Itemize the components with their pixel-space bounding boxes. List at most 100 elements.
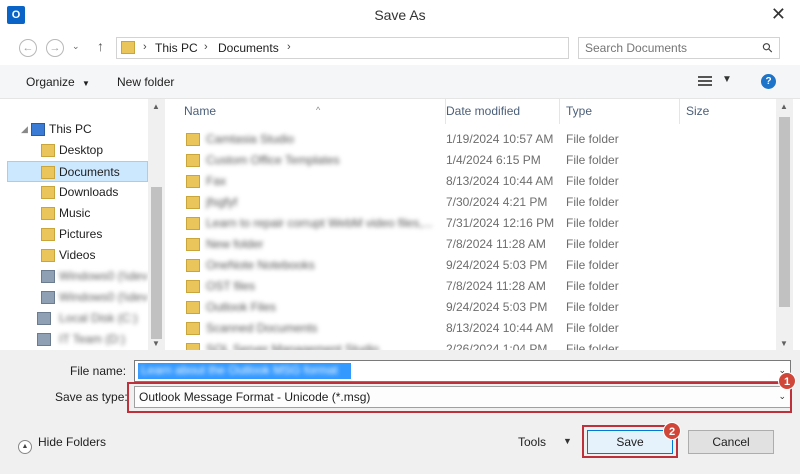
nav-item-this-pc[interactable]: ◢ This PC [7, 119, 148, 140]
folder-icon [186, 175, 200, 188]
search-input[interactable] [585, 40, 755, 56]
new-folder-button[interactable]: New folder [117, 75, 174, 89]
nav-item-network-drive[interactable]: Windows0 (\\dev [7, 287, 148, 308]
nav-item-local-disk[interactable]: Local Disk (C:) [7, 308, 148, 329]
back-icon[interactable]: ← [19, 39, 37, 57]
table-row[interactable]: Learn to repair corrupt WebM video files… [166, 213, 776, 234]
forward-icon[interactable]: → [46, 39, 64, 57]
help-icon[interactable]: ? [761, 74, 776, 89]
breadcrumb-this-pc[interactable]: This PC [155, 41, 198, 55]
folder-icon [186, 196, 200, 209]
table-row[interactable]: Custom Office Templates 1/4/2024 6:15 PM… [166, 150, 776, 171]
table-row[interactable]: Camtasia Studio 1/19/2024 10:57 AM File … [166, 129, 776, 150]
drive-icon [37, 333, 51, 346]
nav-item-music[interactable]: Music [7, 203, 148, 224]
table-row[interactable]: OneNote Notebooks 9/24/2024 5:03 PM File… [166, 255, 776, 276]
column-header-size[interactable]: Size [680, 99, 776, 124]
column-header-type[interactable]: Type [560, 99, 680, 124]
file-type: File folder [566, 321, 619, 335]
file-date: 7/30/2024 4:21 PM [446, 195, 548, 209]
folder-icon [41, 228, 55, 241]
folder-icon [186, 217, 200, 230]
folder-icon [186, 238, 200, 251]
nav-item-desktop[interactable]: Desktop [7, 140, 148, 161]
file-type: File folder [566, 237, 619, 251]
file-list: Name ^ Date modified Type Size Camtasia … [166, 99, 776, 350]
nav-item-label: Windows0 (\\dev [59, 290, 148, 304]
table-row[interactable]: jfsgfyf 7/30/2024 4:21 PM File folder [166, 192, 776, 213]
chevron-right-icon[interactable]: › [287, 41, 291, 53]
scroll-down-icon[interactable]: ▼ [152, 339, 160, 348]
nav-item-label: IT Team (D:) [59, 332, 126, 346]
scroll-up-icon[interactable]: ▲ [780, 102, 788, 111]
table-row[interactable]: OST files 7/8/2024 11:28 AM File folder [166, 276, 776, 297]
annotation-highlight-save-type [127, 382, 792, 413]
drive-icon [37, 312, 51, 325]
file-name: Learn to repair corrupt WebM video files… [206, 216, 433, 230]
nav-item-label: Music [59, 206, 91, 220]
file-name: jfsgfyf [206, 195, 238, 209]
organize-button[interactable]: Organize ▼ [26, 75, 90, 89]
scroll-thumb[interactable] [151, 187, 162, 339]
save-button[interactable]: Save [587, 430, 673, 454]
file-date: 9/24/2024 5:03 PM [446, 258, 548, 272]
caret-down-icon[interactable]: ▼ [563, 436, 572, 446]
navigation-scrollbar[interactable]: ▲ ▼ [148, 99, 165, 350]
file-name-field[interactable]: Learn about the Outlook MSG format ⌄ [134, 360, 791, 382]
table-row[interactable]: New folder 7/8/2024 11:28 AM File folder [166, 234, 776, 255]
nav-item-documents[interactable]: Documents [7, 161, 148, 182]
chevron-right-icon[interactable]: › [204, 41, 208, 53]
folder-icon [41, 166, 55, 179]
up-level-icon[interactable]: ↑ [97, 38, 104, 54]
nav-item-label: Pictures [59, 227, 103, 241]
table-row[interactable]: SQL Server Management Studio 2/26/2024 1… [166, 339, 776, 350]
table-row[interactable]: Scanned Documents 8/13/2024 10:44 AM Fil… [166, 318, 776, 339]
folder-icon [41, 207, 55, 220]
breadcrumb-documents[interactable]: Documents [218, 41, 279, 55]
folder-icon [186, 133, 200, 146]
column-header-name[interactable]: Name ^ [178, 99, 446, 124]
address-bar[interactable]: › This PC › Documents › ⌄ ↻ [116, 37, 677, 59]
recent-locations-chevron-icon[interactable]: ⌄ [72, 41, 80, 52]
scroll-up-icon[interactable]: ▲ [152, 102, 160, 111]
file-name: Custom Office Templates [206, 153, 340, 167]
nav-item-label: Desktop [59, 143, 104, 157]
chevron-right-icon[interactable]: › [143, 41, 147, 53]
nav-item-downloads[interactable]: Downloads [7, 182, 148, 203]
folder-icon [186, 322, 200, 335]
folder-icon [186, 301, 200, 314]
file-name: Scanned Documents [206, 321, 318, 335]
table-row[interactable]: Fax 8/13/2024 10:44 AM File folder [166, 171, 776, 192]
file-type: File folder [566, 258, 619, 272]
file-type: File folder [566, 342, 619, 350]
tools-button[interactable]: Tools [518, 435, 546, 449]
search-icon[interactable]: ⚲ [759, 39, 777, 57]
file-name: OneNote Notebooks [206, 258, 315, 272]
close-icon[interactable]: ✕ [771, 4, 786, 24]
folder-icon [41, 186, 55, 199]
file-name: New folder [206, 237, 264, 251]
nav-item-label: This PC [49, 122, 92, 136]
scroll-down-icon[interactable]: ▼ [780, 339, 788, 348]
navigation-pane: ◢ This PC Desktop Documents Downloads Mu… [7, 99, 165, 350]
file-name: Fax [206, 174, 227, 188]
folder-icon [41, 144, 55, 157]
hide-folders-button[interactable]: ▲ Hide Folders [18, 435, 106, 454]
nav-item-data-drive[interactable]: IT Team (D:) [7, 329, 148, 350]
chevron-down-icon[interactable]: ◢ [21, 119, 28, 140]
caret-down-icon[interactable]: ▼ [722, 74, 732, 85]
network-drive-icon [41, 270, 55, 283]
file-type: File folder [566, 132, 619, 146]
scroll-thumb[interactable] [779, 117, 790, 307]
search-box[interactable]: ⚲ [578, 37, 780, 59]
file-list-scrollbar[interactable]: ▲ ▼ [776, 99, 793, 350]
nav-item-videos[interactable]: Videos [7, 245, 148, 266]
nav-item-network-drive[interactable]: Windows0 (\\dev [7, 266, 148, 287]
column-header-date[interactable]: Date modified [440, 99, 560, 124]
file-name: Outlook Files [206, 300, 277, 314]
cancel-button[interactable]: Cancel [688, 430, 774, 454]
view-options-icon[interactable] [698, 76, 712, 88]
table-row[interactable]: Outlook Files 9/24/2024 5:03 PM File fol… [166, 297, 776, 318]
nav-item-pictures[interactable]: Pictures [7, 224, 148, 245]
sort-up-icon: ^ [316, 105, 321, 115]
